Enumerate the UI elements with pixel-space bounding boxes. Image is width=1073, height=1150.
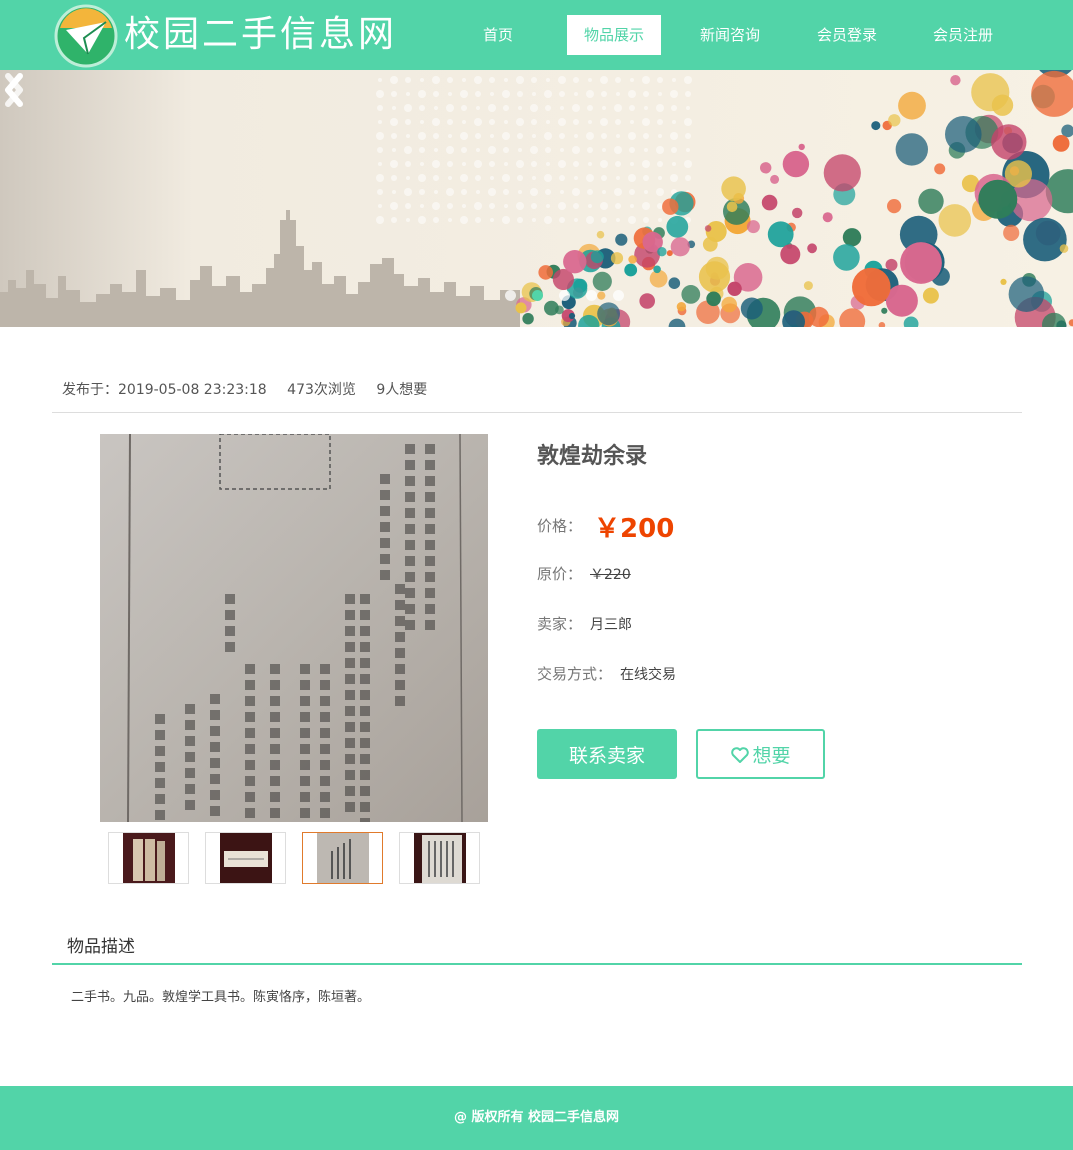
nav-items-showcase[interactable]: 物品展示	[567, 15, 661, 55]
main-item-photo[interactable]	[100, 434, 488, 822]
price-value: ￥200	[594, 514, 675, 544]
thumbnail[interactable]	[108, 832, 189, 884]
nav-member-login[interactable]: 会员登录	[805, 15, 889, 55]
nav-member-register[interactable]: 会员注册	[921, 15, 1005, 55]
banner-next-arrow-icon[interactable]	[0, 70, 28, 110]
thumbnail[interactable]	[399, 832, 480, 884]
thumbnail[interactable]	[205, 832, 286, 884]
banner-dot[interactable]	[586, 290, 597, 301]
price-row: 价格： ￥200	[537, 508, 674, 545]
description-underline	[52, 963, 1022, 965]
want-button[interactable]: 想要	[696, 729, 825, 779]
nav-news[interactable]: 新闻咨询	[688, 15, 772, 55]
hero-banner	[0, 70, 1073, 327]
banner-image	[0, 70, 1073, 327]
seller-name[interactable]: 月三郎	[590, 617, 632, 633]
heart-icon	[731, 746, 750, 763]
original-price-row: 原价： ￥220	[537, 563, 631, 584]
publish-time: 发布于：2019-05-08 23:23:18	[62, 382, 267, 398]
banner-dot[interactable]	[613, 290, 624, 301]
item-meta: 发布于：2019-05-08 23:23:18 473次浏览 9人想要	[62, 378, 443, 402]
price-label: 价格：	[537, 517, 583, 535]
item-title: 敦煌劫余录	[537, 444, 648, 469]
want-count: 9人想要	[376, 382, 428, 398]
view-count: 473次浏览	[287, 382, 356, 398]
site-footer: @ 版权所有 校园二手信息网	[0, 1086, 1073, 1150]
divider	[52, 412, 1022, 413]
original-price-value: ￥220	[590, 567, 631, 583]
banner-dot[interactable]	[532, 290, 543, 301]
copyright-text: @ 版权所有 校园二手信息网	[453, 1110, 620, 1125]
banner-dot[interactable]	[559, 290, 570, 301]
trade-method-value: 在线交易	[620, 667, 677, 683]
contact-seller-button[interactable]: 联系卖家	[537, 729, 677, 779]
site-header: 校园二手信息网 首页 物品展示 新闻咨询 会员登录 会员注册	[0, 0, 1073, 70]
trade-method-row: 交易方式： 在线交易	[537, 663, 676, 684]
description-heading: 物品描述	[67, 937, 135, 957]
banner-dot[interactable]	[505, 290, 516, 301]
nav-home[interactable]: 首页	[466, 15, 530, 55]
paper-plane-logo-icon[interactable]	[54, 4, 118, 68]
trade-method-label: 交易方式：	[537, 665, 613, 683]
site-title[interactable]: 校园二手信息网	[124, 10, 397, 60]
seller-label: 卖家：	[537, 615, 583, 633]
description-text: 二手书。九品。敦煌学工具书。陈寅恪序，陈垣著。	[71, 990, 371, 1005]
book-page-image	[100, 434, 488, 822]
thumbnail[interactable]	[302, 832, 383, 884]
original-price-label: 原价：	[537, 565, 583, 583]
seller-row: 卖家： 月三郎	[537, 613, 632, 634]
want-button-label: 想要	[752, 744, 791, 767]
